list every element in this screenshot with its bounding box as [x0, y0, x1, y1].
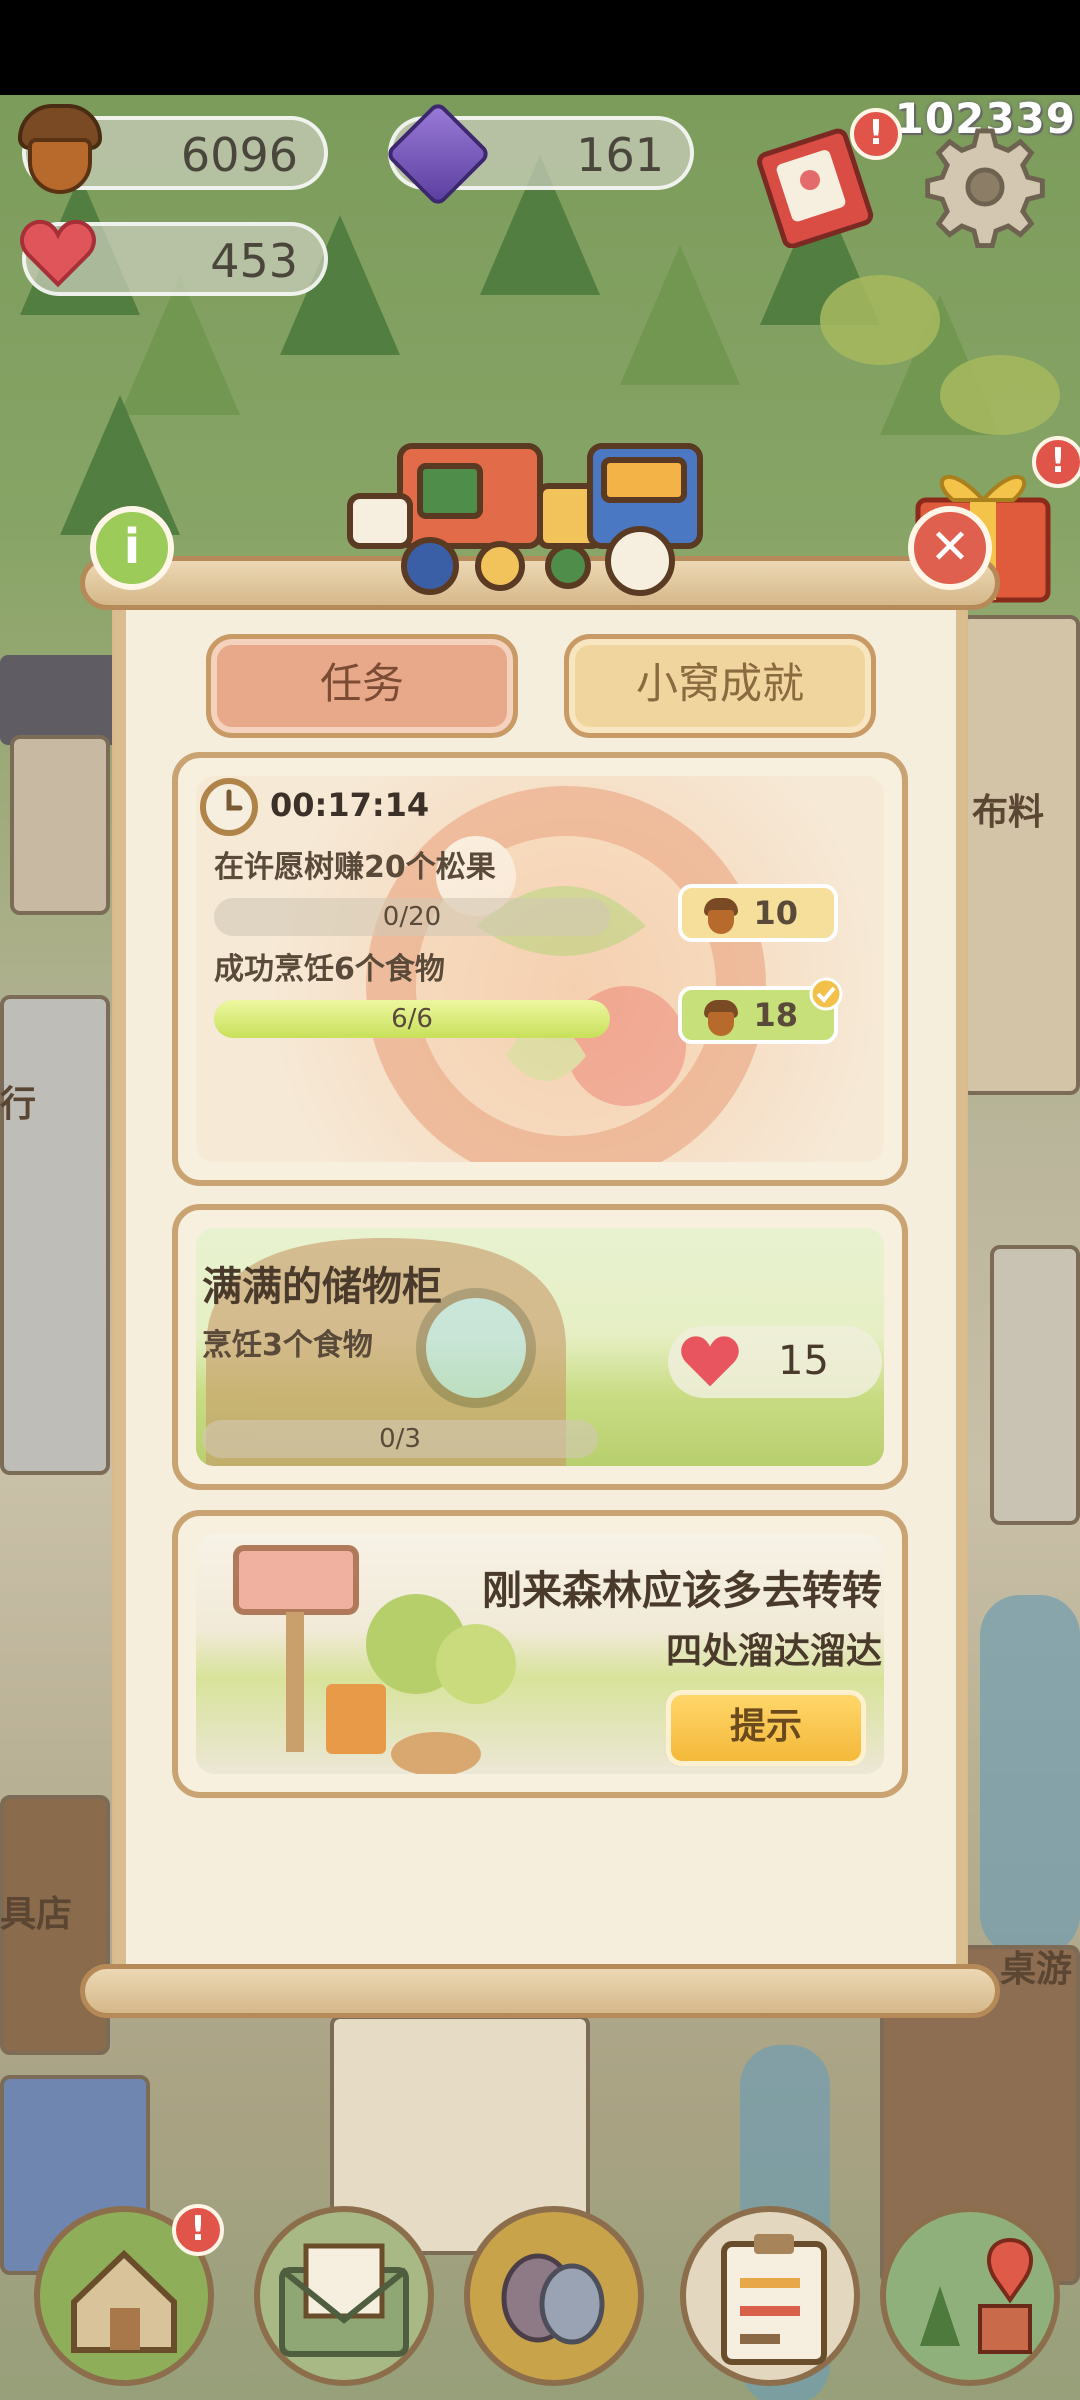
bush — [940, 355, 1060, 435]
bank-label: 行 — [0, 1084, 37, 1125]
checkmark-icon — [809, 977, 843, 1011]
shop-label: 具店 — [0, 1894, 73, 1935]
house-icon — [71, 2249, 177, 2353]
storage-reward[interactable]: 15 — [668, 1326, 882, 1398]
stones-icon — [501, 2253, 605, 2345]
map-button[interactable] — [880, 2206, 1060, 2386]
task-1-progress-text: 0/20 — [382, 902, 442, 932]
recipes-button[interactable] — [680, 2206, 860, 2386]
storage-progress-text: 0/3 — [379, 1424, 421, 1454]
hint-button[interactable]: 提示 — [666, 1690, 866, 1766]
acorn-count: 6096 — [180, 128, 298, 182]
house — [10, 735, 110, 915]
fabric-shop-label: 布料 — [972, 792, 1045, 833]
tab-tasks[interactable]: 任务 — [206, 634, 518, 738]
envelope-icon — [279, 2243, 409, 2357]
task-1-progress-bar: 0/20 — [214, 898, 610, 936]
gear-icon[interactable] — [924, 126, 1046, 248]
acorn-icon — [704, 1000, 738, 1036]
status-bar — [0, 0, 1080, 95]
storage-title: 满满的储物柜 — [202, 1264, 442, 1310]
bank-building — [0, 995, 110, 1475]
gem-count: 161 — [576, 128, 664, 182]
heart-icon — [20, 219, 96, 288]
house-roof — [0, 655, 120, 745]
heart-count: 453 — [210, 234, 298, 288]
event-alert-badge: ! — [850, 108, 902, 160]
storage-task: 烹饪3个食物 — [202, 1328, 373, 1363]
boardgame-label: 桌游 — [1000, 1949, 1073, 1990]
heart-icon — [681, 1336, 739, 1387]
acorn-icon — [704, 898, 738, 934]
task-1-reward[interactable]: 10 — [678, 884, 838, 942]
home-alert-badge: ! — [172, 2204, 224, 2256]
fabric-shop-building — [960, 615, 1080, 1095]
task-timer: 00:17:14 — [270, 786, 430, 824]
mail-button[interactable] — [254, 2206, 434, 2386]
clipboard-icon — [721, 2234, 827, 2365]
timed-task-card: 00:17:14 在许愿树赚20个松果 0/20 10 成功烹饪6个食物 6/6… — [172, 752, 908, 1186]
task-2-title: 成功烹饪6个食物 — [214, 952, 445, 987]
close-icon: ✕ — [929, 519, 971, 575]
explore-line-1: 刚来森林应该多去转转 — [482, 1568, 882, 1614]
gift-alert-badge: ! — [1032, 436, 1080, 488]
close-button[interactable]: ✕ — [908, 506, 992, 590]
river — [980, 1595, 1080, 1955]
task-1-title: 在许愿树赚20个松果 — [214, 850, 496, 885]
scroll-bottom-rod — [80, 1964, 1000, 2018]
tree — [120, 275, 240, 415]
bush — [820, 275, 940, 365]
info-icon: i — [123, 519, 141, 575]
task-2-progress-bar: 6/6 — [214, 1000, 610, 1038]
clock-icon — [200, 778, 258, 836]
storage-achievement-card: 满满的储物柜 烹饪3个食物 0/3 15 — [172, 1204, 908, 1490]
explore-line-2: 四处溜达溜达 — [665, 1631, 882, 1672]
tree — [620, 245, 740, 385]
storage-reward-amount: 15 — [778, 1338, 829, 1384]
tab-home-achievements[interactable]: 小窝成就 — [564, 634, 876, 738]
storage-progress-bar: 0/3 — [202, 1420, 598, 1458]
task-2-progress-text: 6/6 — [391, 1004, 433, 1034]
task-2-reward-amount: 18 — [753, 996, 798, 1034]
info-button[interactable]: i — [90, 506, 174, 590]
toy-train-icon — [347, 443, 703, 596]
task-1-reward-amount: 10 — [753, 894, 798, 932]
collection-button[interactable] — [464, 2206, 644, 2386]
map-pin-icon — [920, 2237, 1034, 2354]
ruin-building — [990, 1245, 1080, 1525]
